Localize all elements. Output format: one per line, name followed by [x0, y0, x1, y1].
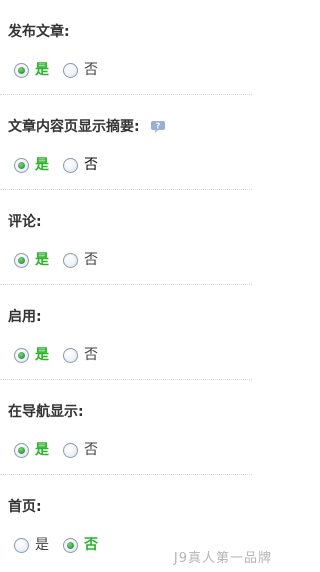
radio-group-comments: 是 否: [14, 250, 112, 270]
radio-label-publish-no: 否: [84, 62, 98, 78]
radio-option-publish-yes[interactable]: 是: [14, 60, 49, 80]
radio-label-enabled-no: 否: [84, 347, 98, 363]
radio-option-homepage-yes[interactable]: 是: [14, 535, 49, 555]
radio-button-enabled-no[interactable]: [63, 347, 78, 363]
radio-label-publish-yes: 是: [35, 62, 49, 78]
radio-group-enabled: 是 否: [14, 345, 112, 365]
radio-group-show-in-nav: 是 否: [14, 440, 112, 460]
radio-label-comments-no: 否: [84, 252, 98, 268]
setting-enabled: 启用: 是 否: [0, 285, 252, 380]
radio-label-comments-yes: 是: [35, 252, 49, 268]
radio-option-comments-no[interactable]: 否: [63, 250, 98, 270]
radio-label-nav-no: 否: [84, 442, 98, 458]
radio-button-comments-no[interactable]: [63, 252, 78, 268]
radio-button-nav-no[interactable]: [63, 442, 78, 458]
radio-option-nav-yes[interactable]: 是: [14, 440, 49, 460]
section-title-show-summary-text: 文章内容页显示摘要:: [8, 119, 140, 135]
radio-button-summary-no[interactable]: [63, 157, 78, 173]
radio-button-homepage-no[interactable]: [63, 537, 78, 553]
radio-label-homepage-yes: 是: [35, 537, 49, 553]
setting-comments: 评论: 是 否: [0, 190, 252, 285]
setting-show-in-nav: 在导航显示: 是 否: [0, 380, 252, 475]
radio-option-summary-yes[interactable]: 是: [14, 155, 49, 175]
section-title-comments: 评论:: [8, 214, 42, 230]
radio-option-enabled-no[interactable]: 否: [63, 345, 98, 365]
radio-button-nav-yes[interactable]: [14, 442, 29, 458]
section-title-enabled: 启用:: [8, 309, 42, 325]
setting-publish-article: 发布文章: 是 否: [0, 0, 252, 95]
section-title-show-summary: 文章内容页显示摘要: ?: [8, 117, 166, 137]
speech-bubble-icon[interactable]: ?: [150, 120, 166, 134]
radio-button-homepage-yes[interactable]: [14, 537, 29, 553]
radio-label-enabled-yes: 是: [35, 347, 49, 363]
radio-button-comments-yes[interactable]: [14, 252, 29, 268]
radio-button-summary-yes[interactable]: [14, 157, 29, 173]
radio-option-comments-yes[interactable]: 是: [14, 250, 49, 270]
svg-text:?: ?: [155, 122, 160, 131]
radio-option-summary-no[interactable]: 否: [63, 155, 98, 175]
radio-group-publish-article: 是 否: [14, 60, 112, 80]
radio-label-homepage-no: 否: [84, 537, 98, 553]
section-title-show-in-nav: 在导航显示:: [8, 404, 84, 420]
radio-label-summary-no: 否: [84, 157, 98, 173]
radio-button-publish-no[interactable]: [63, 62, 78, 78]
setting-show-summary: 文章内容页显示摘要: ? 是 否: [0, 95, 252, 190]
radio-option-nav-no[interactable]: 否: [63, 440, 98, 460]
section-title-publish-article: 发布文章:: [8, 24, 70, 40]
radio-option-homepage-no[interactable]: 否: [63, 535, 98, 555]
radio-option-publish-no[interactable]: 否: [63, 60, 98, 80]
radio-label-summary-yes: 是: [35, 157, 49, 173]
radio-label-nav-yes: 是: [35, 442, 49, 458]
watermark-text: J9真人第一品牌: [173, 551, 272, 566]
radio-option-enabled-yes[interactable]: 是: [14, 345, 49, 365]
radio-button-publish-yes[interactable]: [14, 62, 29, 78]
section-title-homepage: 首页:: [8, 499, 42, 515]
radio-group-homepage: 是 否: [14, 535, 112, 555]
radio-group-show-summary: 是 否: [14, 155, 112, 175]
radio-button-enabled-yes[interactable]: [14, 347, 29, 363]
